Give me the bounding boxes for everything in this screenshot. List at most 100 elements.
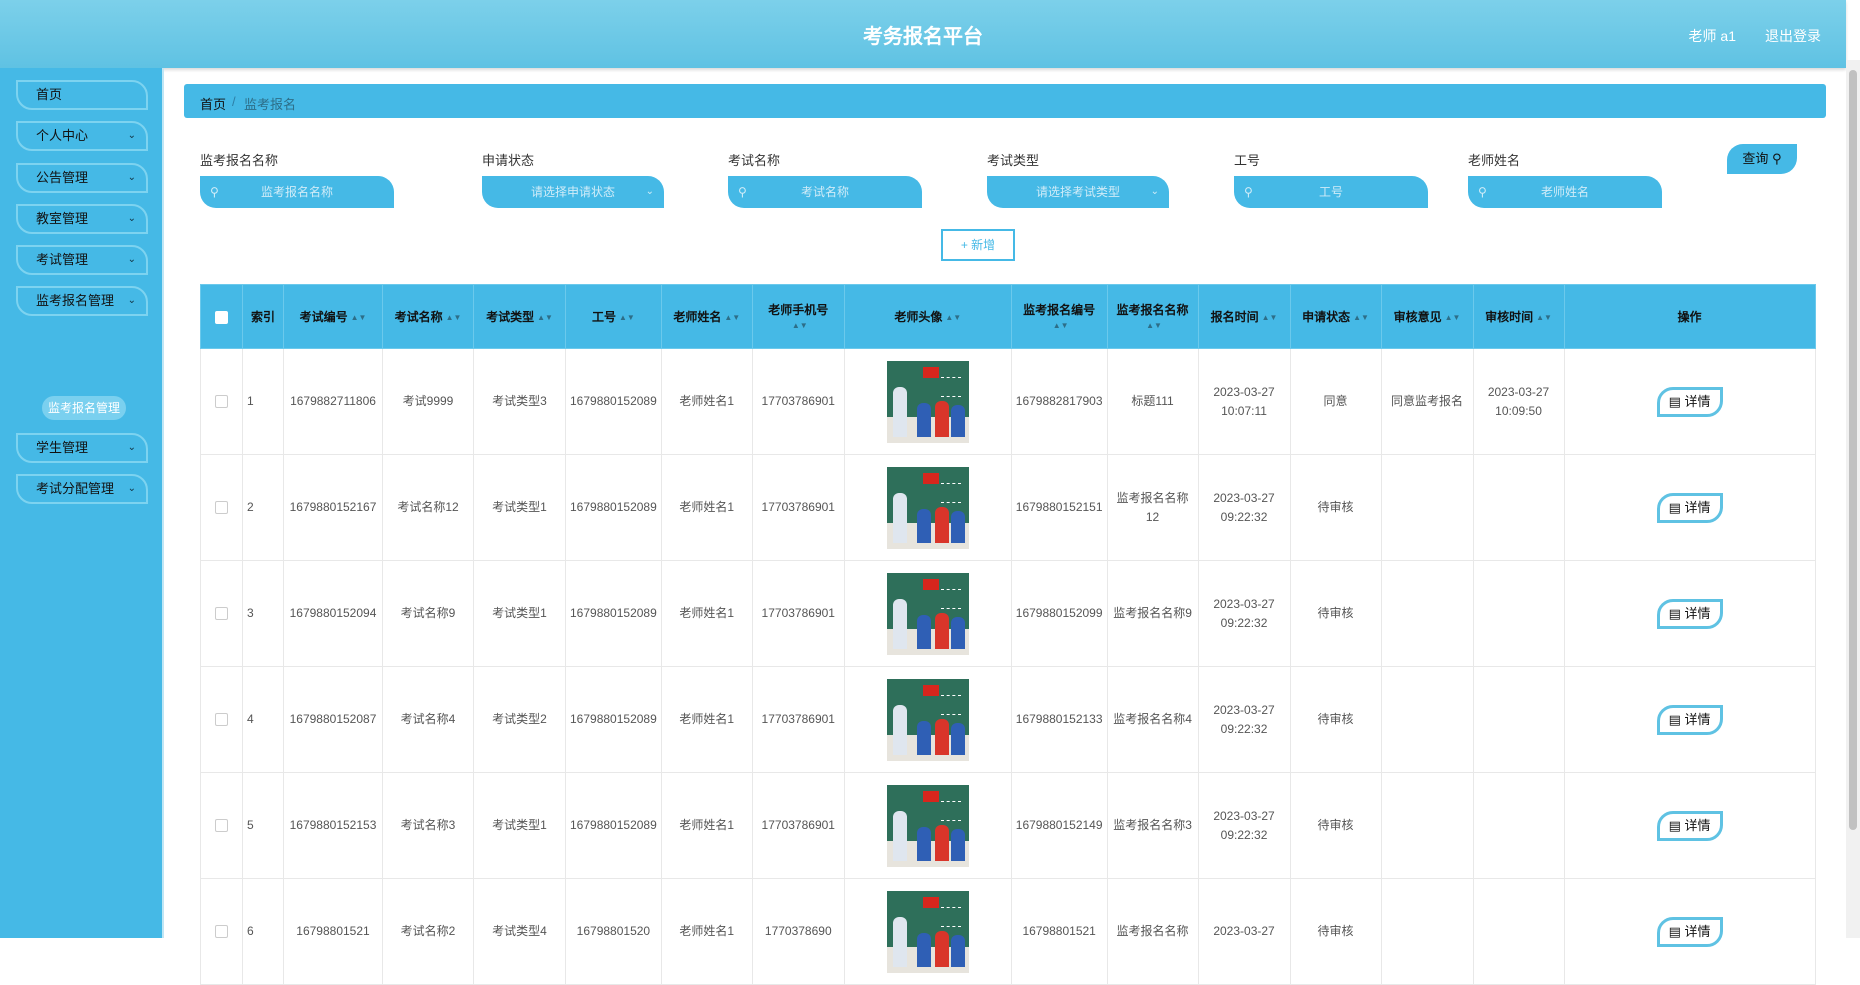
sort-icon[interactable]: ▲▼ bbox=[537, 313, 553, 322]
scrollbar-thumb[interactable] bbox=[1849, 70, 1857, 830]
chevron-down-icon: ⌄ bbox=[645, 186, 654, 197]
sidebar-item-label: 首页 bbox=[36, 87, 63, 102]
column-header[interactable]: 监考报名名称 ▲▼ bbox=[1106, 284, 1199, 349]
table-row: 2 1679880152167 考试名称12 考试类型1 1679880152089 老师… bbox=[200, 454, 1816, 561]
row-checkbox[interactable] bbox=[215, 501, 228, 515]
column-header[interactable]: 老师头像 ▲▼ bbox=[843, 284, 1012, 349]
teacher-avatar[interactable] bbox=[886, 890, 969, 973]
row-checkbox[interactable] bbox=[215, 607, 228, 621]
column-header[interactable]: 报名时间 ▲▼ bbox=[1197, 284, 1291, 349]
sidebar-item-exam-assignment[interactable]: 考试分配管理 ⌄ bbox=[16, 474, 148, 504]
cell-index: 2 bbox=[242, 454, 284, 561]
cell-exam-no: 16798801521 bbox=[283, 878, 383, 985]
table-row: 6 16798801521 考试名称2 考试类型4 16798801520 老师姓名1 17… bbox=[200, 878, 1816, 985]
add-button[interactable]: + 新增 bbox=[941, 229, 1015, 261]
document-icon: ▤ bbox=[1668, 711, 1681, 727]
column-header[interactable]: 申请状态 ▲▼ bbox=[1289, 284, 1382, 349]
actions-cell: ▤ 详情 bbox=[1563, 348, 1816, 455]
sort-icon[interactable]: ▲▼ bbox=[724, 313, 740, 322]
sidebar-item-announcements[interactable]: 公告管理 ⌄ bbox=[16, 163, 148, 193]
sort-icon[interactable]: ▲▼ bbox=[1053, 321, 1069, 330]
query-button[interactable]: 查询 ⚲ bbox=[1727, 144, 1797, 174]
search-input-reg-name[interactable]: ⚲ 监考报名名称 bbox=[200, 176, 394, 208]
cell-exam-type: 考试类型3 bbox=[473, 348, 566, 455]
sort-icon[interactable]: ▲▼ bbox=[1536, 313, 1552, 322]
detail-button[interactable]: ▤ 详情 bbox=[1656, 598, 1723, 629]
cell-index: 6 bbox=[242, 878, 284, 985]
detail-button[interactable]: ▤ 详情 bbox=[1656, 810, 1723, 841]
cell-opinion bbox=[1380, 666, 1474, 773]
sort-icon[interactable]: ▲▼ bbox=[1262, 313, 1278, 322]
sort-icon[interactable]: ▲▼ bbox=[1445, 313, 1461, 322]
select-exam-type[interactable]: 请选择考试类型 ⌄ bbox=[987, 176, 1169, 208]
sidebar-item-profile[interactable]: 个人中心 ⌄ bbox=[16, 121, 148, 151]
select-all-checkbox[interactable] bbox=[215, 310, 228, 324]
sort-icon[interactable]: ▲▼ bbox=[1146, 321, 1162, 330]
column-header[interactable]: 监考报名编号 ▲▼ bbox=[1010, 284, 1108, 349]
sidebar-item-classrooms[interactable]: 教室管理 ⌄ bbox=[16, 204, 148, 234]
chevron-down-icon: ⌄ bbox=[127, 172, 136, 183]
sort-icon[interactable]: ▲▼ bbox=[351, 313, 367, 322]
detail-button[interactable]: ▤ 详情 bbox=[1656, 386, 1723, 417]
cell-status: 待审核 bbox=[1289, 772, 1382, 879]
cell-job-no: 1679880152089 bbox=[565, 666, 662, 773]
sidebar-item-label: 个人中心 bbox=[36, 128, 89, 143]
teacher-avatar-cell bbox=[843, 666, 1012, 773]
column-header[interactable]: 考试编号 ▲▼ bbox=[283, 284, 383, 349]
cell-teacher: 老师姓名1 bbox=[660, 878, 753, 985]
sidebar-subitem-invigilation-management[interactable]: 监考报名管理 bbox=[42, 396, 126, 420]
search-input-job-no[interactable]: ⚲ 工号 bbox=[1234, 176, 1428, 208]
sort-icon[interactable]: ▲▼ bbox=[619, 313, 635, 322]
sidebar-item-students[interactable]: 学生管理 ⌄ bbox=[16, 433, 148, 463]
cell-phone: 17703786901 bbox=[751, 454, 845, 561]
sort-icon[interactable]: ▲▼ bbox=[1353, 313, 1369, 322]
detail-button[interactable]: ▤ 详情 bbox=[1656, 916, 1723, 947]
teacher-avatar[interactable] bbox=[886, 572, 969, 655]
select-status[interactable]: 请选择申请状态 ⌄ bbox=[482, 176, 664, 208]
sidebar-item-home[interactable]: 首页 bbox=[16, 80, 148, 110]
column-header[interactable]: 考试名称 ▲▼ bbox=[382, 284, 474, 349]
row-select-cell bbox=[200, 772, 243, 879]
chevron-down-icon: ⌄ bbox=[127, 254, 136, 265]
teacher-avatar[interactable] bbox=[886, 678, 969, 761]
cell-exam-type: 考试类型4 bbox=[473, 878, 566, 985]
teacher-avatar[interactable] bbox=[886, 784, 969, 867]
cell-phone: 17703786901 bbox=[751, 560, 845, 667]
column-header[interactable]: 工号 ▲▼ bbox=[565, 284, 662, 349]
sort-icon[interactable]: ▲▼ bbox=[945, 313, 961, 322]
sort-icon[interactable]: ▲▼ bbox=[792, 321, 808, 330]
column-header[interactable]: 审核时间 ▲▼ bbox=[1472, 284, 1565, 349]
table-row: 4 1679880152087 考试名称4 考试类型2 1679880152089 老师姓… bbox=[200, 666, 1816, 773]
detail-button[interactable]: ▤ 详情 bbox=[1656, 704, 1723, 735]
cell-status: 待审核 bbox=[1289, 560, 1382, 667]
row-checkbox[interactable] bbox=[215, 713, 228, 727]
sidebar-item-label: 考试分配管理 bbox=[36, 481, 115, 496]
breadcrumb-home[interactable]: 首页 bbox=[200, 94, 226, 113]
search-input-exam-name[interactable]: ⚲ 考试名称 bbox=[728, 176, 922, 208]
column-header[interactable]: 老师姓名 ▲▼ bbox=[660, 284, 753, 349]
row-checkbox[interactable] bbox=[215, 819, 228, 833]
row-select-cell bbox=[200, 666, 243, 773]
sidebar-item-invigilation[interactable]: 监考报名管理 ⌄ bbox=[16, 286, 148, 316]
row-checkbox[interactable] bbox=[215, 925, 228, 939]
column-header[interactable]: 索引 bbox=[242, 284, 284, 349]
teacher-avatar[interactable] bbox=[886, 466, 969, 549]
column-header[interactable]: 老师手机号 ▲▼ bbox=[751, 284, 845, 349]
document-icon: ▤ bbox=[1668, 499, 1681, 515]
teacher-avatar-cell bbox=[843, 560, 1012, 667]
column-header[interactable]: 审核意见 ▲▼ bbox=[1380, 284, 1474, 349]
cell-status: 同意 bbox=[1289, 348, 1382, 455]
sidebar-item-exams[interactable]: 考试管理 ⌄ bbox=[16, 245, 148, 275]
teacher-avatar[interactable] bbox=[886, 360, 969, 443]
cell-teacher: 老师姓名1 bbox=[660, 772, 753, 879]
detail-button[interactable]: ▤ 详情 bbox=[1656, 492, 1723, 523]
chevron-down-icon: ⌄ bbox=[127, 442, 136, 453]
logout-link[interactable]: 退出登录 bbox=[1765, 26, 1821, 46]
row-checkbox[interactable] bbox=[215, 395, 228, 409]
sort-icon[interactable]: ▲▼ bbox=[446, 313, 462, 322]
column-header[interactable]: 考试类型 ▲▼ bbox=[473, 284, 566, 349]
actions-cell: ▤ 详情 bbox=[1563, 560, 1816, 667]
search-input-teacher-name[interactable]: ⚲ 老师姓名 bbox=[1468, 176, 1662, 208]
scrollbar[interactable] bbox=[1846, 60, 1860, 938]
cell-reg-name: 监考报名名称 bbox=[1106, 878, 1199, 985]
